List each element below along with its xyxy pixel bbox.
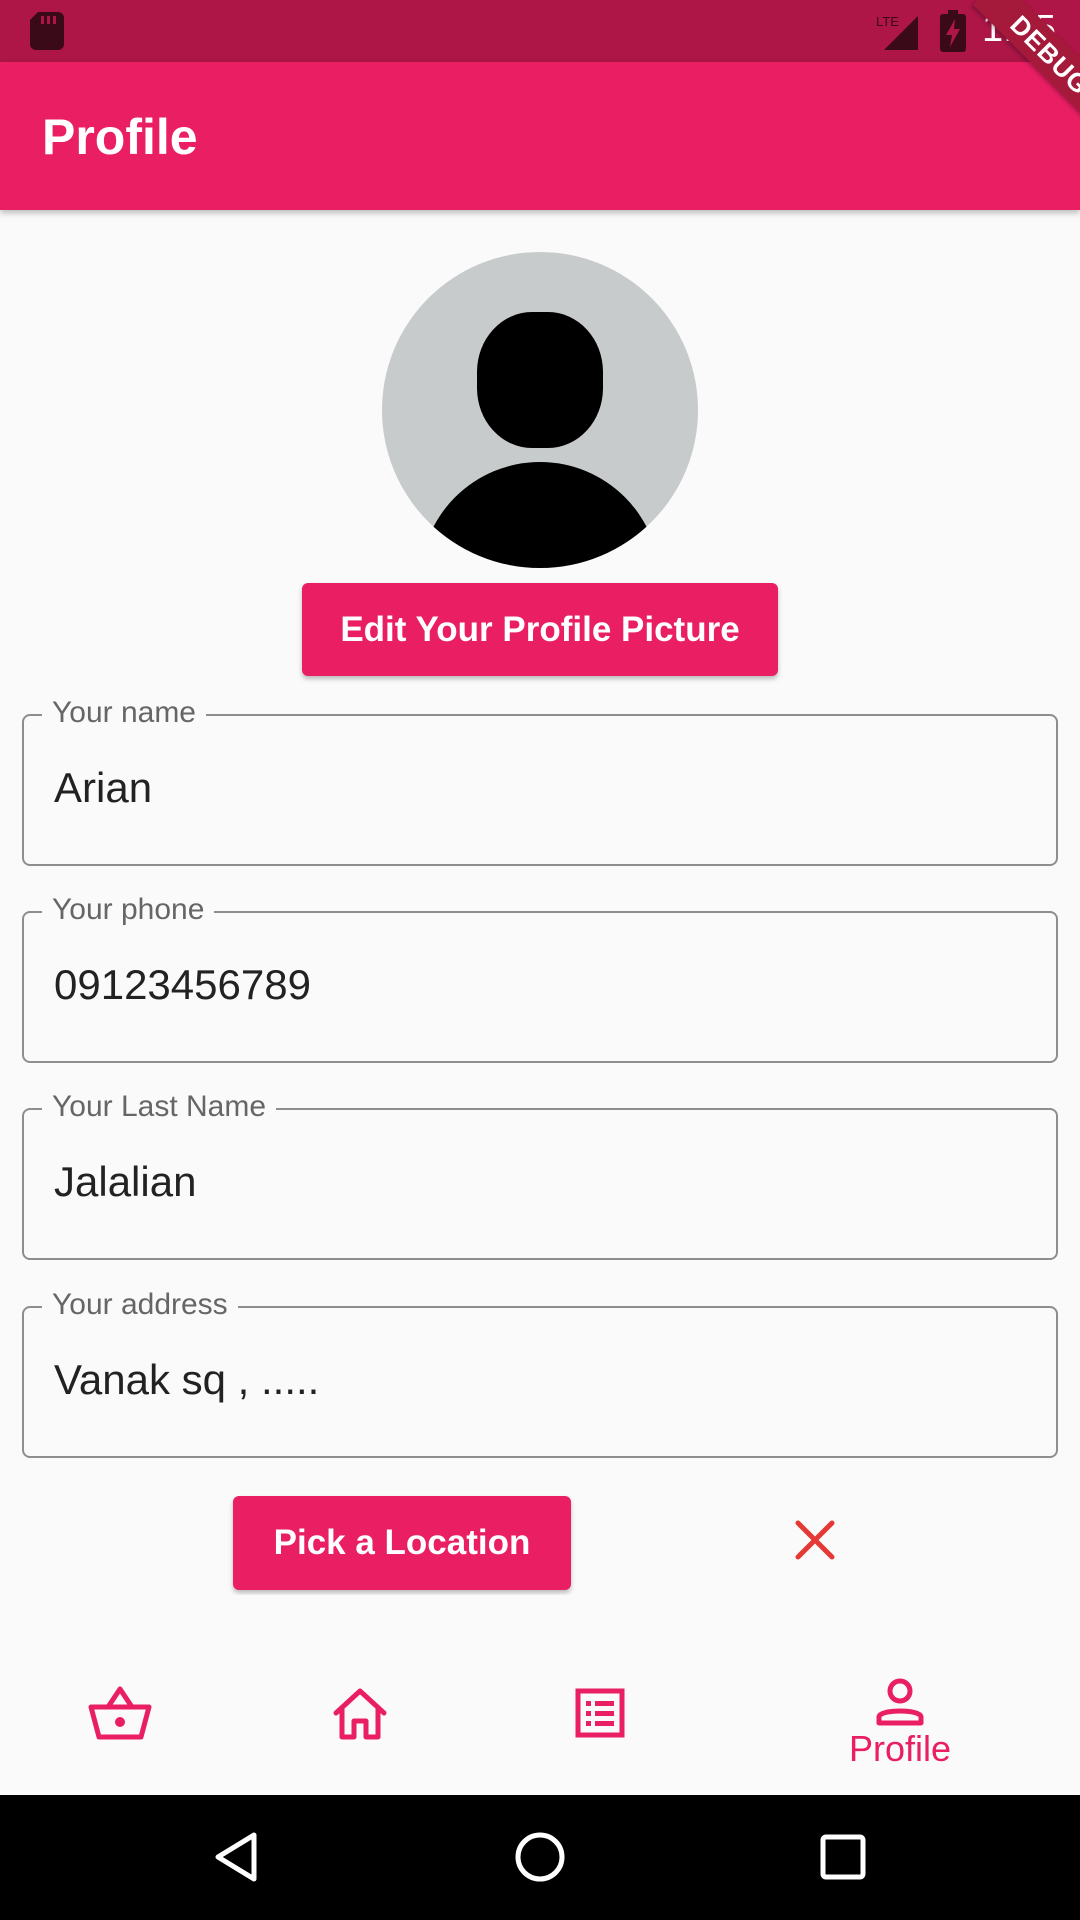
svg-text:LTE: LTE — [876, 14, 899, 29]
default-avatar-icon — [420, 312, 660, 568]
nav-item-basket[interactable] — [20, 1595, 220, 1795]
name-field[interactable]: Your name Arian — [22, 696, 1058, 866]
address-field[interactable]: Your address Vanak sq , ..... — [22, 1288, 1058, 1458]
battery-charging-icon — [940, 10, 966, 52]
home-circle-icon[interactable] — [514, 1831, 566, 1883]
phone-field[interactable]: Your phone 09123456789 — [22, 893, 1058, 1063]
home-icon — [333, 1688, 387, 1740]
last-name-field[interactable]: Your Last Name Jalalian — [22, 1090, 1058, 1260]
edit-profile-picture-button[interactable]: Edit Your Profile Picture — [302, 583, 778, 676]
last-name-field-label: Your Last Name — [42, 1090, 277, 1124]
system-nav-bar — [0, 1795, 1080, 1920]
avatar — [382, 252, 698, 568]
page-title: Profile — [42, 109, 198, 165]
name-field-value[interactable]: Arian — [54, 764, 152, 812]
phone-field-label: Your phone — [42, 893, 215, 927]
close-icon[interactable] — [790, 1515, 840, 1565]
phone-field-value[interactable]: 09123456789 — [54, 961, 311, 1009]
nav-label-profile: Profile — [848, 1728, 952, 1769]
basket-icon — [88, 1686, 152, 1740]
address-field-value[interactable]: Vanak sq , ..... — [54, 1356, 319, 1404]
last-name-field-value[interactable]: Jalalian — [54, 1158, 196, 1206]
back-icon[interactable] — [212, 1831, 260, 1883]
nav-item-profile[interactable]: Profile — [800, 1595, 1000, 1795]
bottom-nav: Profile — [0, 1595, 1080, 1795]
nav-item-list[interactable] — [500, 1595, 700, 1795]
name-field-border — [22, 714, 1058, 866]
address-field-label: Your address — [42, 1288, 238, 1322]
recents-icon[interactable] — [820, 1834, 866, 1880]
sd-card-icon — [30, 12, 64, 50]
list-icon — [575, 1688, 625, 1738]
pick-location-button[interactable]: Pick a Location — [233, 1496, 571, 1590]
person-icon — [876, 1678, 924, 1726]
nav-item-home[interactable] — [260, 1595, 460, 1795]
lte-signal-icon: LTE — [876, 14, 918, 50]
status-bar: LTE 1:35 — [0, 0, 1080, 62]
name-field-label: Your name — [42, 696, 206, 730]
clock: 1:35 — [982, 8, 1056, 50]
app-bar: Profile — [0, 62, 1080, 210]
